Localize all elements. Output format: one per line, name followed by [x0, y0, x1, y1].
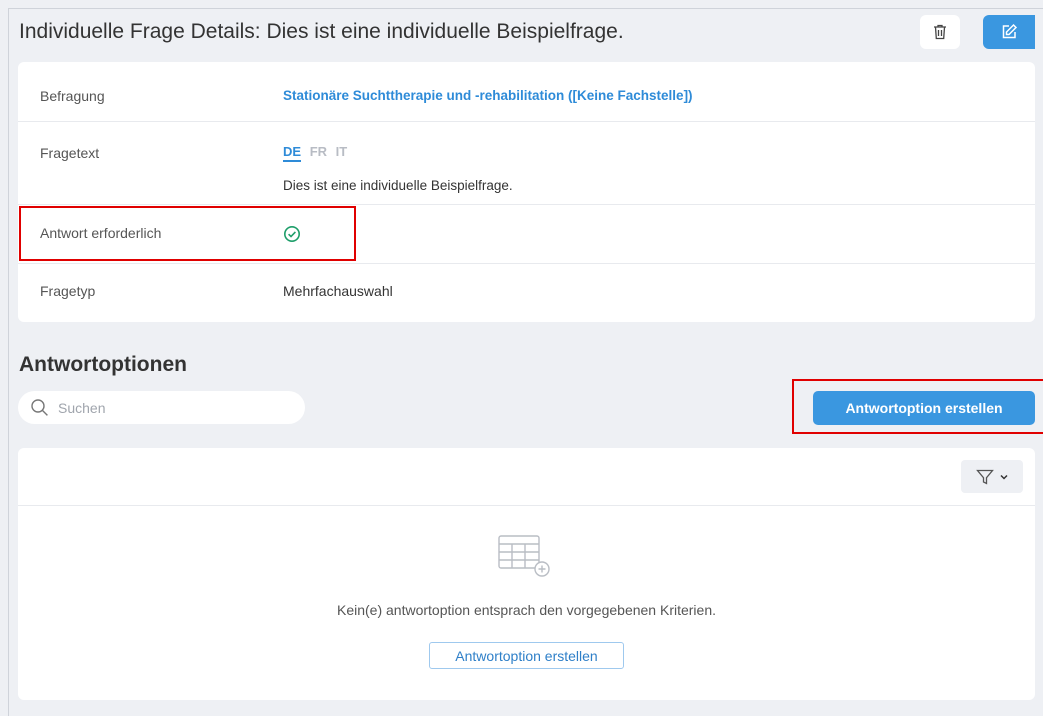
- trash-icon: [934, 24, 946, 40]
- detail-label: Befragung: [40, 88, 105, 104]
- section-title-answer-options: Antwortoptionen: [19, 353, 187, 376]
- detail-row-question-type: Fragetyp Mehrfachauswahl: [18, 264, 1035, 322]
- tab-language-it[interactable]: IT: [336, 144, 348, 159]
- edit-icon: [1002, 23, 1018, 39]
- language-tabs: DE FR IT: [283, 144, 352, 162]
- highlight-box-create-button: [792, 379, 1043, 434]
- question-text-value: Dies ist eine individuelle Beispielfrage…: [283, 178, 513, 193]
- filter-icon: [976, 469, 994, 485]
- detail-row-question-text: Fragetext DE FR IT Dies ist eine individ…: [18, 122, 1035, 205]
- edit-button[interactable]: [983, 15, 1035, 49]
- question-type-value: Mehrfachauswahl: [283, 283, 393, 299]
- detail-label: Fragetext: [40, 145, 100, 161]
- detail-row-survey: Befragung Stationäre Suchttherapie und -…: [18, 62, 1035, 122]
- delete-button[interactable]: [920, 15, 960, 49]
- table-add-icon: [498, 535, 550, 577]
- detail-label: Fragetyp: [40, 283, 96, 299]
- filter-button[interactable]: [961, 460, 1023, 493]
- search-box: [18, 391, 305, 424]
- search-icon: [31, 399, 48, 416]
- tab-language-fr[interactable]: FR: [310, 144, 327, 159]
- survey-link[interactable]: Stationäre Suchttherapie und -rehabilita…: [283, 88, 693, 103]
- answer-options-list: Kein(e) antwortoption entsprach den vorg…: [18, 448, 1035, 700]
- search-input[interactable]: [58, 397, 288, 418]
- empty-state-text: Kein(e) antwortoption entsprach den vorg…: [336, 602, 717, 618]
- page-title: Individuelle Frage Details: Dies ist ein…: [19, 20, 624, 43]
- question-details-card: Befragung Stationäre Suchttherapie und -…: [18, 62, 1035, 322]
- chevron-down-icon: [1000, 474, 1008, 480]
- list-toolbar: [18, 448, 1035, 506]
- tab-language-de[interactable]: DE: [283, 144, 302, 162]
- empty-create-answer-option-button[interactable]: Antwortoption erstellen: [429, 642, 624, 669]
- highlight-box-answer-required: [19, 206, 356, 261]
